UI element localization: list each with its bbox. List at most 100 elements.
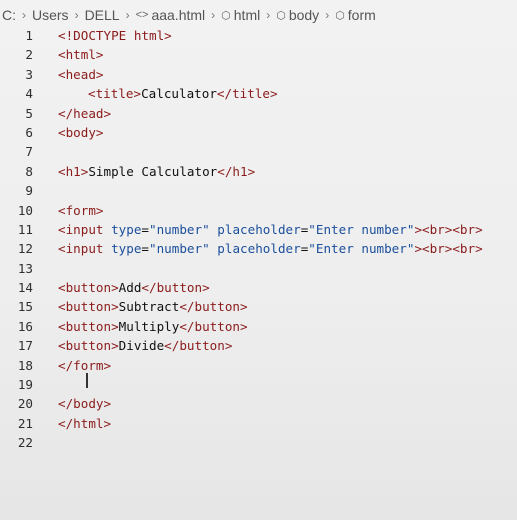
- code-token: Add: [118, 280, 142, 296]
- code-text: <head>: [58, 65, 104, 84]
- code-text: <title>Calculator</title>: [88, 84, 278, 103]
- breadcrumb-item-c-[interactable]: C:: [2, 7, 16, 23]
- text-cursor: [86, 373, 88, 388]
- code-token: <button>: [58, 318, 119, 334]
- line-number: 8: [25, 163, 33, 179]
- code-token: <input: [58, 241, 112, 257]
- cube-icon: ⬡: [276, 9, 286, 22]
- code-line[interactable]: 21 </html>: [0, 414, 517, 433]
- code-line[interactable]: 13: [0, 259, 517, 278]
- code-token: </body>: [58, 396, 112, 412]
- code-line[interactable]: 6 <body>: [0, 123, 517, 142]
- line-number: 22: [17, 435, 33, 451]
- line-number: 21: [17, 415, 33, 431]
- code-line[interactable]: 14 <button>Add</button>: [0, 278, 517, 297]
- code-token: </html>: [58, 415, 112, 431]
- code-line[interactable]: 1 <!DOCTYPE html>: [0, 26, 517, 45]
- code-text: <button>Subtract</button>: [58, 297, 248, 316]
- code-text: <button>Divide</button>: [58, 336, 232, 355]
- code-token: </h1>: [217, 163, 256, 179]
- code-line[interactable]: 17 <button>Divide</button>: [0, 336, 517, 355]
- chevron-right-icon: ›: [211, 8, 216, 22]
- code-token: </form>: [58, 357, 112, 373]
- breadcrumb-item-dell[interactable]: DELL: [85, 7, 120, 23]
- code-line[interactable]: 8 <h1>Simple Calculator</h1>: [0, 162, 517, 181]
- line-number: 10: [17, 202, 33, 218]
- code-line[interactable]: 18 </form>: [0, 356, 517, 375]
- code-editor[interactable]: 1 <!DOCTYPE html> 2 <html> 3 <head> 4 <title>Ca…: [0, 26, 517, 453]
- code-line[interactable]: 9: [0, 181, 517, 200]
- code-text: <form>: [58, 201, 104, 220]
- code-token: <button>: [58, 299, 119, 315]
- line-number: 17: [17, 338, 33, 354]
- code-text: </form>: [58, 356, 111, 375]
- code-line[interactable]: 3 <head>: [0, 65, 517, 84]
- code-token: <!DOCTYPE html>: [58, 28, 172, 43]
- chevron-right-icon: ›: [125, 8, 130, 22]
- breadcrumb-item-users[interactable]: Users: [32, 7, 69, 23]
- code-line[interactable]: 4 <title>Calculator</title>: [0, 84, 517, 103]
- breadcrumb-item-form[interactable]: ⬡ form: [335, 7, 376, 23]
- code-token: ><br><br>: [414, 221, 483, 237]
- line-number: 5: [25, 105, 33, 121]
- code-token: =: [141, 241, 150, 257]
- chevron-right-icon: ›: [22, 8, 26, 22]
- code-token: "number": [149, 221, 210, 237]
- code-line[interactable]: 10 <form>: [0, 201, 517, 220]
- code-token: <title>: [88, 86, 142, 102]
- breadcrumb-item-aaa-html[interactable]: <> aaa.html: [136, 7, 206, 23]
- breadcrumb-item-body[interactable]: ⬡ body: [276, 7, 319, 23]
- code-line[interactable]: 22: [0, 433, 517, 452]
- code-line[interactable]: 20 </body>: [0, 394, 517, 413]
- line-number: 4: [25, 86, 33, 102]
- code-text: </head>: [58, 104, 111, 123]
- code-token: <head>: [58, 66, 104, 82]
- code-line[interactable]: 12 <input type="number" placeholder="Ente…: [0, 239, 517, 258]
- code-text: <input type="number" placeholder="Enter …: [58, 220, 483, 239]
- line-number: 16: [17, 318, 33, 334]
- code-token: type: [111, 221, 142, 237]
- code-token: Simple Calculator: [88, 163, 218, 179]
- breadcrumb-label: body: [288, 7, 320, 23]
- code-token: </button>: [179, 299, 248, 315]
- breadcrumb-label: form: [347, 7, 376, 23]
- code-line[interactable]: 11 <input type="number" placeholder="Ente…: [0, 220, 517, 239]
- code-line[interactable]: 16 <button>Multiply</button>: [0, 317, 517, 336]
- code-line[interactable]: 15 <button>Subtract</button>: [0, 297, 517, 316]
- code-brackets-icon: <>: [135, 9, 149, 21]
- code-token: <h1>: [58, 163, 89, 179]
- code-text: <h1>Simple Calculator</h1>: [58, 162, 255, 181]
- code-token: </button>: [179, 318, 248, 334]
- code-token: Divide: [118, 338, 165, 354]
- code-text: <button>Multiply</button>: [58, 317, 248, 336]
- code-text: <input type="number" placeholder="Enter …: [58, 239, 483, 258]
- code-token: type: [111, 241, 142, 257]
- code-text: <body>: [58, 123, 104, 142]
- code-line[interactable]: 2 <html>: [0, 45, 517, 64]
- code-token: <input: [58, 221, 112, 237]
- breadcrumb-item-html[interactable]: ⬡ html: [221, 7, 260, 23]
- code-token: <button>: [58, 280, 119, 296]
- code-line[interactable]: 5 </head>: [0, 104, 517, 123]
- line-number: 1: [25, 28, 33, 43]
- breadcrumb: C: › Users › DELL › <> aaa.html › ⬡ html › ⬡ body › ⬡ fo…: [2, 4, 376, 26]
- chevron-right-icon: ›: [325, 8, 330, 22]
- breadcrumb-label: C:: [2, 7, 16, 23]
- breadcrumb-label: Users: [32, 7, 69, 23]
- line-number: 7: [25, 144, 33, 160]
- code-token: <button>: [58, 338, 119, 354]
- breadcrumb-label: aaa.html: [151, 7, 206, 23]
- line-number: 19: [17, 377, 33, 393]
- code-text: </html>: [58, 414, 111, 433]
- code-token: =: [141, 221, 150, 237]
- cube-icon: ⬡: [335, 9, 345, 22]
- code-line[interactable]: 7: [0, 142, 517, 161]
- code-line[interactable]: 19: [0, 375, 517, 394]
- line-number: 20: [17, 396, 33, 412]
- line-number: 18: [17, 357, 33, 373]
- line-number: 9: [25, 183, 33, 199]
- line-number: 15: [17, 299, 33, 315]
- line-number: 14: [17, 280, 33, 296]
- line-number: 13: [17, 260, 33, 276]
- code-token: <form>: [58, 202, 104, 218]
